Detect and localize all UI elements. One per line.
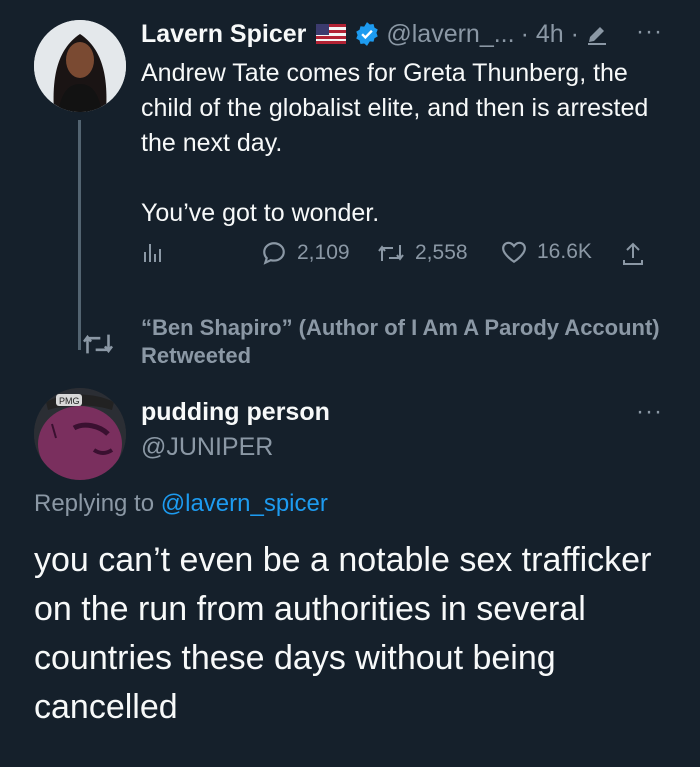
retweet-count: 2,558 xyxy=(415,241,468,264)
reply-author-handle[interactable]: @JUNIPER xyxy=(141,433,273,462)
replying-to-handle-link[interactable]: @lavern_spicer xyxy=(161,490,328,517)
replying-to-prefix: Replying to xyxy=(34,490,161,517)
like-button[interactable]: 16.6K xyxy=(501,240,592,264)
share-icon xyxy=(623,242,643,265)
author-avatar[interactable] xyxy=(34,20,126,112)
reply-count: 2,109 xyxy=(297,241,350,264)
tweet-paragraph: You’ve got to wonder. xyxy=(141,199,380,227)
avatar-cartoon-image: PMG xyxy=(34,388,126,480)
avatar-cap-text: PMG xyxy=(59,396,80,406)
tweet-paragraph: Andrew Tate comes for Greta Thunberg, th… xyxy=(141,59,649,157)
more-options-icon[interactable]: ··· xyxy=(636,18,663,46)
retweeted-by-label[interactable]: “Ben Shapiro” (Author of I Am A Parody A… xyxy=(141,314,661,370)
replying-to-line: Replying to @lavern_spicer xyxy=(34,490,328,518)
retweet-button[interactable]: 2,558 xyxy=(377,240,468,266)
reply-author-avatar[interactable]: PMG xyxy=(34,388,126,480)
like-count: 16.6K xyxy=(537,240,592,263)
reply-button[interactable]: 2,109 xyxy=(261,240,350,266)
reply-body: you can’t even be a notable sex traffick… xyxy=(34,541,652,726)
reply-icon xyxy=(263,242,285,265)
author-name[interactable]: Lavern Spicer xyxy=(141,20,306,49)
retweet-icon xyxy=(378,245,404,261)
tweet-action-bar: 2,109 2,558 16.6K xyxy=(141,240,661,274)
analytics-icon xyxy=(144,244,161,262)
verified-badge-icon xyxy=(356,22,379,46)
us-flag-icon xyxy=(316,24,347,44)
tweet-body: Andrew Tate comes for Greta Thunberg, th… xyxy=(141,56,671,231)
retweeted-icon xyxy=(82,334,114,354)
author-handle[interactable]: @lavern_... xyxy=(386,20,514,49)
avatar-portrait-image xyxy=(34,20,126,112)
analytics-button[interactable] xyxy=(141,240,175,264)
reply-more-options-icon[interactable]: ··· xyxy=(636,398,663,426)
tweet-header: Lavern Spicer @lavern_... · 4h · xyxy=(141,18,609,50)
edited-pencil-icon[interactable] xyxy=(585,22,609,46)
thread-connector-line xyxy=(78,120,81,350)
reply-author-name[interactable]: pudding person xyxy=(141,398,330,427)
tweet-timestamp[interactable]: · 4h · xyxy=(521,20,579,49)
heart-icon xyxy=(502,241,526,264)
share-button[interactable] xyxy=(621,240,655,266)
